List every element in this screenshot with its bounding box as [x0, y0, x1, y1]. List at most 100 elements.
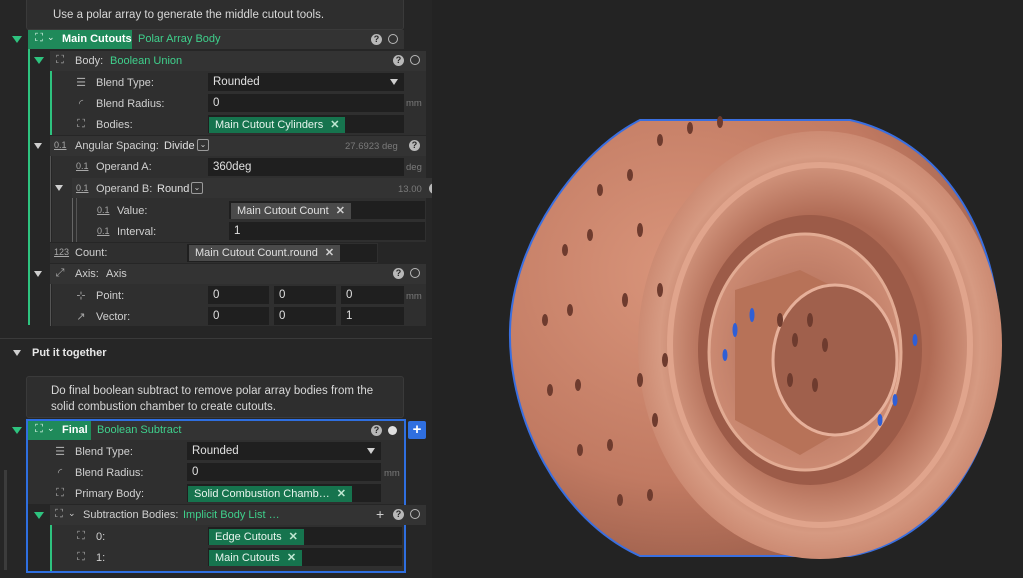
- blend-type-select[interactable]: Rounded: [208, 73, 404, 91]
- intro-note: Use a polar array to generate the middle…: [26, 0, 404, 30]
- add-node-button[interactable]: +: [408, 421, 426, 439]
- final-blend-radius-input[interactable]: 0: [187, 463, 381, 481]
- visibility-toggle-icon[interactable]: [410, 268, 420, 278]
- remove-icon[interactable]: ✕: [336, 205, 345, 217]
- count-icon: 123: [54, 247, 70, 257]
- panel-scrollbar[interactable]: [4, 470, 7, 570]
- axis-label: Axis:: [75, 268, 99, 280]
- mode-dropdown-icon[interactable]: ⌄: [191, 182, 203, 194]
- item-1-chip[interactable]: Main Cutouts ✕: [209, 550, 303, 566]
- count-chip-text: Main Cutout Count.round: [195, 247, 318, 259]
- blend-radius-input[interactable]: 0: [208, 94, 404, 112]
- angular-spacing-result: 27.6923 deg: [345, 141, 398, 152]
- bodies-chip[interactable]: Main Cutout Cylinders ✕: [209, 117, 346, 133]
- main-cutouts-name[interactable]: Main Cutouts: [62, 33, 132, 45]
- blend-radius-label: Blend Radius:: [96, 98, 165, 110]
- collapse-main-cutouts-icon[interactable]: [12, 36, 22, 43]
- collapse-section-icon[interactable]: [13, 350, 21, 356]
- visibility-toggle-icon[interactable]: [388, 426, 397, 435]
- operand-b-label: Operand B:: [96, 183, 153, 195]
- chevron-down-icon[interactable]: ⌄: [47, 32, 55, 43]
- help-icon[interactable]: ?: [371, 425, 382, 436]
- value-label: Value:: [117, 205, 148, 217]
- remove-icon[interactable]: ✕: [330, 119, 339, 131]
- item-0-chip[interactable]: Edge Cutouts ✕: [209, 529, 304, 545]
- interval-label: Interval:: [117, 226, 157, 238]
- vector-z-input[interactable]: 1: [341, 307, 404, 325]
- number-icon: 0.1: [54, 140, 67, 150]
- section-title[interactable]: Put it together: [32, 347, 107, 359]
- chevron-down-icon[interactable]: ⌄: [68, 508, 76, 519]
- help-icon[interactable]: ?: [409, 140, 420, 151]
- help-icon[interactable]: ?: [393, 268, 404, 279]
- visibility-toggle-icon[interactable]: [410, 55, 420, 65]
- help-icon[interactable]: ?: [393, 509, 404, 520]
- angular-spacing-spine: [50, 156, 51, 242]
- radius-icon: ◜: [57, 467, 63, 479]
- help-icon[interactable]: ?: [393, 55, 404, 66]
- visibility-toggle-icon[interactable]: [388, 34, 398, 44]
- vector-y-input[interactable]: 0: [274, 307, 336, 325]
- value-chip[interactable]: Main Cutout Count ✕: [231, 203, 351, 219]
- body-node-icon: ⛶: [35, 423, 43, 435]
- angular-spacing-mode[interactable]: Divide: [164, 140, 195, 152]
- bodies-label: Bodies:: [96, 119, 133, 131]
- axis-type: Axis: [106, 268, 127, 280]
- final-blend-radius-unit: mm: [384, 468, 400, 479]
- visibility-toggle-icon[interactable]: [410, 509, 420, 519]
- collapse-subtraction-icon[interactable]: [34, 512, 44, 519]
- angular-spacing-label: Angular Spacing:: [75, 140, 159, 152]
- add-item-icon[interactable]: +: [376, 506, 384, 522]
- operand-b-spine-2: [76, 198, 77, 242]
- body-node-icon: ⛶: [35, 32, 43, 44]
- list-icon: ☰: [55, 446, 65, 458]
- collapse-axis-icon[interactable]: [34, 271, 42, 277]
- help-icon[interactable]: ?: [371, 34, 382, 45]
- collapse-operand-b-icon[interactable]: [55, 185, 63, 191]
- remove-icon[interactable]: ✕: [289, 531, 298, 543]
- final-blend-type-select[interactable]: Rounded: [187, 442, 381, 460]
- remove-icon[interactable]: ✕: [287, 552, 296, 564]
- point-x-input[interactable]: 0: [208, 286, 269, 304]
- count-label: Count:: [75, 247, 108, 259]
- item-1-chip-text: Main Cutouts: [215, 552, 280, 564]
- mode-dropdown-icon[interactable]: ⌄: [197, 139, 209, 151]
- vector-icon: ↗: [76, 311, 86, 323]
- axis-spine: [50, 284, 51, 326]
- body-node-icon: ⛶: [56, 54, 64, 66]
- body-header: [50, 51, 426, 71]
- operand-b-mode[interactable]: Round: [157, 183, 189, 195]
- main-cutouts-type: Polar Array Body: [138, 33, 221, 45]
- final-name[interactable]: Final: [62, 424, 88, 436]
- body-node-icon: ⛶: [56, 487, 64, 499]
- remove-icon[interactable]: ✕: [337, 488, 346, 500]
- interval-input[interactable]: 1: [229, 222, 425, 240]
- collapse-angular-spacing-icon[interactable]: [34, 143, 42, 149]
- body-node-icon: ⛶: [55, 508, 63, 520]
- blend-type-label: Blend Type:: [96, 77, 154, 89]
- final-note-text: Do final boolean subtract to remove pola…: [51, 385, 374, 413]
- final-type: Boolean Subtract: [97, 424, 182, 436]
- body-node-icon: ⛶: [77, 551, 85, 563]
- final-note: Do final boolean subtract to remove pola…: [26, 376, 404, 418]
- point-y-input[interactable]: 0: [274, 286, 336, 304]
- count-chip[interactable]: Main Cutout Count.round ✕: [189, 245, 341, 261]
- collapse-body-icon[interactable]: [34, 57, 44, 64]
- remove-icon[interactable]: ✕: [325, 247, 334, 259]
- vector-x-input[interactable]: 0: [208, 307, 269, 325]
- list-icon: ☰: [76, 77, 86, 89]
- combustion-chamber-model[interactable]: [432, 0, 1023, 578]
- main-cutouts-spine: [28, 49, 30, 325]
- item-0-chip-text: Edge Cutouts: [215, 531, 282, 543]
- collapse-final-icon[interactable]: [12, 427, 22, 434]
- subtraction-type: Implicit Body List …: [183, 509, 280, 521]
- 3d-viewport[interactable]: [432, 0, 1023, 578]
- operand-a-input[interactable]: 360deg: [208, 158, 404, 176]
- chevron-down-icon[interactable]: ⌄: [47, 423, 55, 434]
- point-z-input[interactable]: 0: [341, 286, 404, 304]
- primary-body-chip[interactable]: Solid Combustion Chamb… ✕: [188, 486, 352, 502]
- value-chip-text: Main Cutout Count: [237, 205, 329, 217]
- number-icon: 0.1: [97, 205, 110, 215]
- item-0-label: 0:: [96, 531, 106, 543]
- blend-radius-unit: mm: [406, 98, 422, 109]
